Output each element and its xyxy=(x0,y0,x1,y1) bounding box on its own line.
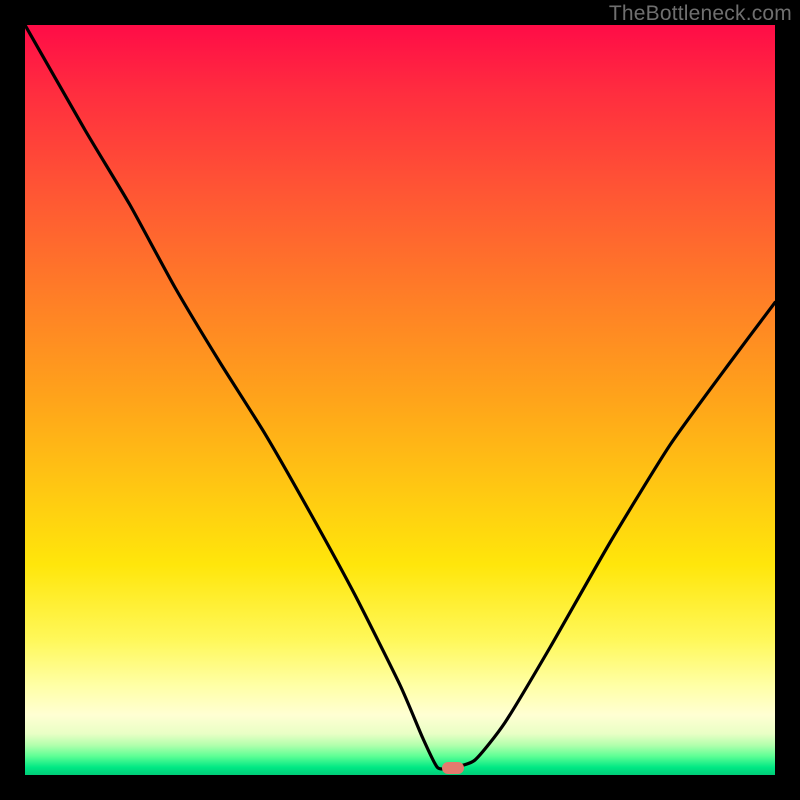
curve-svg xyxy=(25,25,775,775)
bottleneck-curve-path xyxy=(25,25,775,769)
optimal-point-marker xyxy=(442,762,464,774)
watermark-text: TheBottleneck.com xyxy=(609,2,792,26)
chart-frame: TheBottleneck.com xyxy=(0,0,800,800)
plot-area xyxy=(25,25,775,775)
